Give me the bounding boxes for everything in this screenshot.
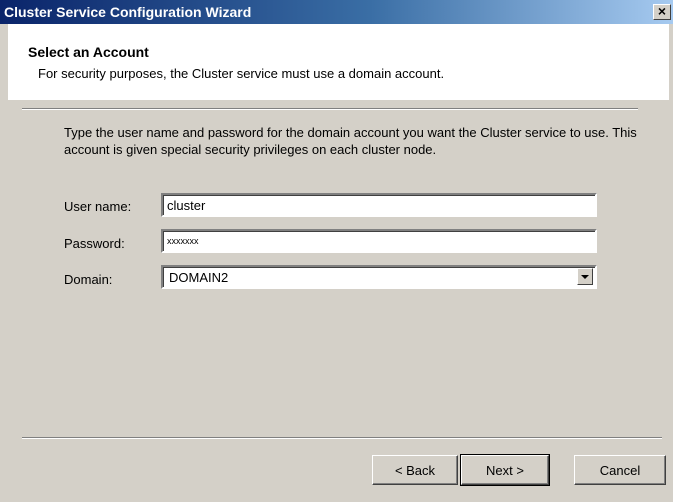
title-bar[interactable]: Cluster Service Configuration Wizard × [0,0,673,24]
header-divider [22,108,638,110]
close-button[interactable]: × [653,4,671,20]
back-button[interactable]: < Back [372,455,458,485]
domain-dropdown[interactable]: DOMAIN2 [161,265,597,289]
dialog-body [0,24,673,502]
page-subtitle: For security purposes, the Cluster servi… [38,66,445,81]
password-label: Password: [64,236,125,251]
chevron-down-icon[interactable] [577,268,593,285]
username-label: User name: [64,199,132,214]
next-button[interactable]: Next > [460,454,550,486]
window-title: Cluster Service Configuration Wizard [4,4,252,20]
username-field[interactable]: cluster [161,193,597,217]
domain-label: Domain: [64,272,113,287]
cancel-button[interactable]: Cancel [574,455,666,485]
close-icon: × [657,3,667,19]
instructions-text: Type the user name and password for the … [64,125,637,157]
footer-divider [22,437,662,439]
header-panel [8,24,669,100]
password-field[interactable]: xxxxxxx [161,229,597,253]
page-title: Select an Account [28,44,149,60]
domain-selected-value: DOMAIN2 [169,270,229,285]
